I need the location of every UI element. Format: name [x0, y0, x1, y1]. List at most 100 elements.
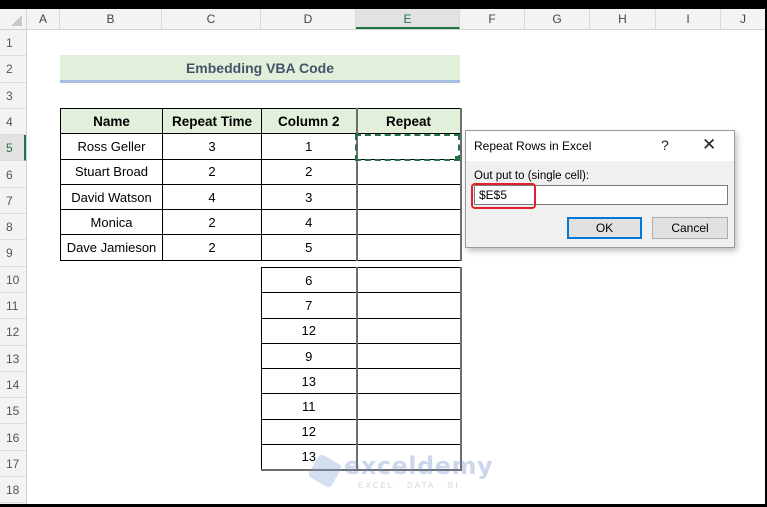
cell-repeat-time[interactable]: 2: [162, 158, 262, 185]
cell-repeat[interactable]: [355, 292, 462, 319]
table-row: 12: [261, 418, 462, 446]
row-header-1[interactable]: 1: [0, 30, 26, 57]
output-cell-input[interactable]: [474, 185, 728, 205]
column-header-J[interactable]: J: [721, 9, 765, 29]
table-row: Dave Jamieson 2 5: [60, 234, 462, 261]
dialog-title-bar[interactable]: Repeat Rows in Excel ? ✕: [466, 131, 734, 161]
table-row: 12: [261, 317, 462, 344]
row-header-7[interactable]: 7: [0, 188, 26, 215]
cell-repeat[interactable]: [355, 317, 462, 344]
cell-repeat[interactable]: [355, 444, 462, 471]
row-header-6[interactable]: 6: [0, 162, 26, 188]
row-header-15[interactable]: 15: [0, 398, 26, 425]
cell-column-2[interactable]: 11: [261, 393, 357, 420]
cell-repeat-time[interactable]: 2: [162, 234, 262, 261]
cell-repeat[interactable]: [355, 209, 462, 236]
table-row: 13: [261, 368, 462, 395]
row-header-14[interactable]: 14: [0, 372, 26, 399]
table-row: 9: [261, 342, 462, 370]
header-repeat[interactable]: Repeat: [355, 107, 462, 135]
table-row: Stuart Broad 2 2: [60, 158, 462, 185]
column-header-A[interactable]: A: [27, 9, 60, 29]
row-header-17[interactable]: 17: [0, 451, 26, 478]
cell-name[interactable]: Monica: [60, 209, 163, 236]
row-header-12[interactable]: 12: [0, 319, 26, 346]
repeat-rows-dialog: Repeat Rows in Excel ? ✕ Out put to (sin…: [465, 130, 735, 248]
table-row: 6: [261, 266, 462, 294]
row-header-5[interactable]: 5: [0, 135, 26, 162]
table-row: David Watson 4 3: [60, 183, 462, 211]
table-header-row: Name Repeat Time Column 2 Repeat: [60, 107, 462, 135]
header-repeat-time[interactable]: Repeat Time: [162, 107, 262, 135]
cell-repeat[interactable]: [355, 368, 462, 395]
cell-repeat-time[interactable]: 2: [162, 209, 262, 236]
cell-column-2[interactable]: 6: [261, 266, 357, 294]
cell-name[interactable]: David Watson: [60, 183, 163, 211]
watermark-tagline: EXCEL · DATA · BI: [358, 481, 460, 490]
column-header-B[interactable]: B: [60, 9, 162, 29]
row-header-11[interactable]: 11: [0, 293, 26, 320]
header-column-2[interactable]: Column 2: [261, 107, 357, 135]
select-all-button[interactable]: [0, 9, 27, 29]
row-header-16[interactable]: 16: [0, 425, 26, 451]
table-row: 13: [261, 444, 462, 471]
cell-repeat[interactable]: [355, 393, 462, 420]
cell-column-2[interactable]: 2: [261, 158, 357, 185]
table-row: 7: [261, 292, 462, 319]
table-row: 11: [261, 393, 462, 420]
cell-name[interactable]: Dave Jamieson: [60, 234, 163, 261]
cell-column-2[interactable]: 12: [261, 317, 357, 344]
cell-column-2[interactable]: 9: [261, 342, 357, 370]
fill-handle[interactable]: [455, 156, 460, 161]
data-table: Name Repeat Time Column 2 Repeat Ross Ge…: [60, 107, 462, 261]
row-header-8[interactable]: 8: [0, 214, 26, 241]
cell-repeat-time[interactable]: 4: [162, 183, 262, 211]
table-row: Monica 2 4: [60, 209, 462, 236]
output-label: Out put to (single cell):: [474, 170, 590, 182]
dialog-title: Repeat Rows in Excel: [474, 139, 592, 153]
cell-column-2[interactable]: 13: [261, 444, 357, 471]
help-icon[interactable]: ?: [661, 137, 669, 153]
column-header-H[interactable]: H: [590, 9, 656, 29]
column-header-bar: A B C D E F G H I J: [0, 9, 765, 30]
row-header-bar: 1 2 3 4 5 6 7 8 9 10 11 12 13 14 15 16 17 18: [0, 30, 27, 504]
row-header-3[interactable]: 3: [0, 83, 26, 109]
cell-repeat[interactable]: [355, 158, 462, 185]
column-header-F[interactable]: F: [460, 9, 525, 29]
column-2-extension: 6 7 12 9 13 11 12 13: [261, 266, 462, 471]
ok-button[interactable]: OK: [567, 217, 642, 239]
cell-repeat[interactable]: [355, 418, 462, 446]
column-header-E[interactable]: E: [356, 9, 460, 29]
select-all-triangle-icon: [11, 15, 22, 26]
cell-column-2[interactable]: 4: [261, 209, 357, 236]
cell-repeat[interactable]: [355, 183, 462, 211]
cell-column-2[interactable]: 3: [261, 183, 357, 211]
row-header-9[interactable]: 9: [0, 240, 26, 267]
cell-repeat[interactable]: [355, 234, 462, 261]
cell-column-2[interactable]: 13: [261, 368, 357, 395]
header-name[interactable]: Name: [60, 107, 163, 135]
column-header-I[interactable]: I: [656, 9, 721, 29]
selected-cell-E5[interactable]: [355, 134, 460, 161]
cell-repeat[interactable]: [355, 342, 462, 370]
row-header-10[interactable]: 10: [0, 267, 26, 293]
sheet-title-banner: Embedding VBA Code: [60, 55, 460, 83]
close-icon[interactable]: ✕: [702, 135, 716, 155]
cell-repeat[interactable]: [355, 266, 462, 294]
column-header-C[interactable]: C: [162, 9, 261, 29]
cell-repeat-time[interactable]: 3: [162, 133, 262, 160]
row-header-13[interactable]: 13: [0, 346, 26, 372]
cell-column-2[interactable]: 7: [261, 292, 357, 319]
column-header-D[interactable]: D: [261, 9, 356, 29]
excel-window: A B C D E F G H I J 1 2 3 4 5 6 7 8 9 10 11 12 13 14 1…: [0, 9, 765, 504]
row-header-2[interactable]: 2: [0, 56, 26, 83]
cell-name[interactable]: Ross Geller: [60, 133, 163, 160]
cell-column-2[interactable]: 12: [261, 418, 357, 446]
row-header-4[interactable]: 4: [0, 109, 26, 136]
cell-name[interactable]: Stuart Broad: [60, 158, 163, 185]
column-header-G[interactable]: G: [525, 9, 590, 29]
cell-column-2[interactable]: 1: [261, 133, 357, 160]
cancel-button[interactable]: Cancel: [652, 217, 728, 239]
cell-column-2[interactable]: 5: [261, 234, 357, 261]
row-header-18[interactable]: 18: [0, 477, 26, 504]
